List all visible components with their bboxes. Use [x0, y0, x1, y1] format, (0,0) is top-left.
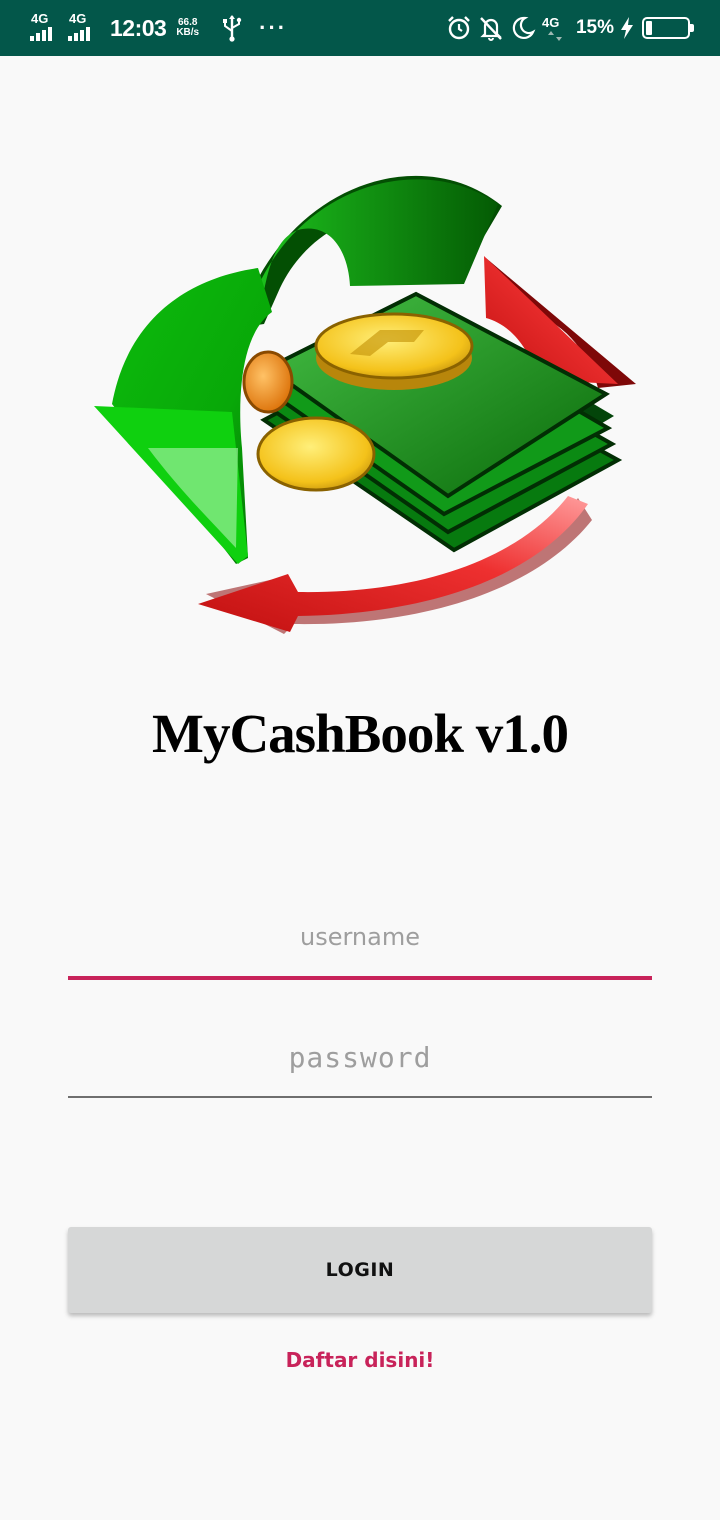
username-input[interactable]: [68, 910, 652, 976]
network-speed-unit: KB/s: [176, 27, 200, 38]
app-title: MyCashBook v1.0: [152, 703, 569, 764]
signal-2-label: 4G: [69, 11, 87, 26]
password-input[interactable]: [68, 1028, 652, 1096]
status-bar: 4G 4G 12:03 66.8 KB/s ··· 4G 15%: [0, 0, 720, 56]
register-link[interactable]: Daftar disini!: [0, 1348, 720, 1372]
login-button[interactable]: LOGIN: [68, 1227, 652, 1313]
alarm-icon: [448, 16, 470, 40]
notifications-off-icon: [480, 17, 502, 41]
charging-bolt-icon: [621, 17, 633, 39]
status-bar-left: 4G 4G 12:03 66.8 KB/s ···: [30, 0, 287, 56]
cashbook-logo-icon: [94, 175, 636, 634]
battery-icon: [642, 17, 694, 39]
status-bar-right: 4G 15%: [446, 0, 694, 56]
status-time: 12:03: [110, 14, 167, 41]
battery-percent: 15%: [575, 17, 614, 38]
signal-2-icon: 4G: [68, 11, 98, 45]
username-field[interactable]: [68, 910, 652, 980]
network-type-icon: 4G: [542, 13, 566, 43]
signal-1-icon: 4G: [30, 11, 60, 45]
network-speed: 66.8 KB/s: [176, 18, 199, 38]
password-field[interactable]: [68, 1028, 652, 1098]
signal-1-label: 4G: [31, 11, 49, 26]
battery-fill: [646, 21, 652, 35]
moon-icon: [512, 16, 536, 39]
network-type-label: 4G: [541, 15, 560, 30]
more-notifications-indicator: ···: [259, 15, 288, 40]
usb-icon: [223, 15, 242, 42]
